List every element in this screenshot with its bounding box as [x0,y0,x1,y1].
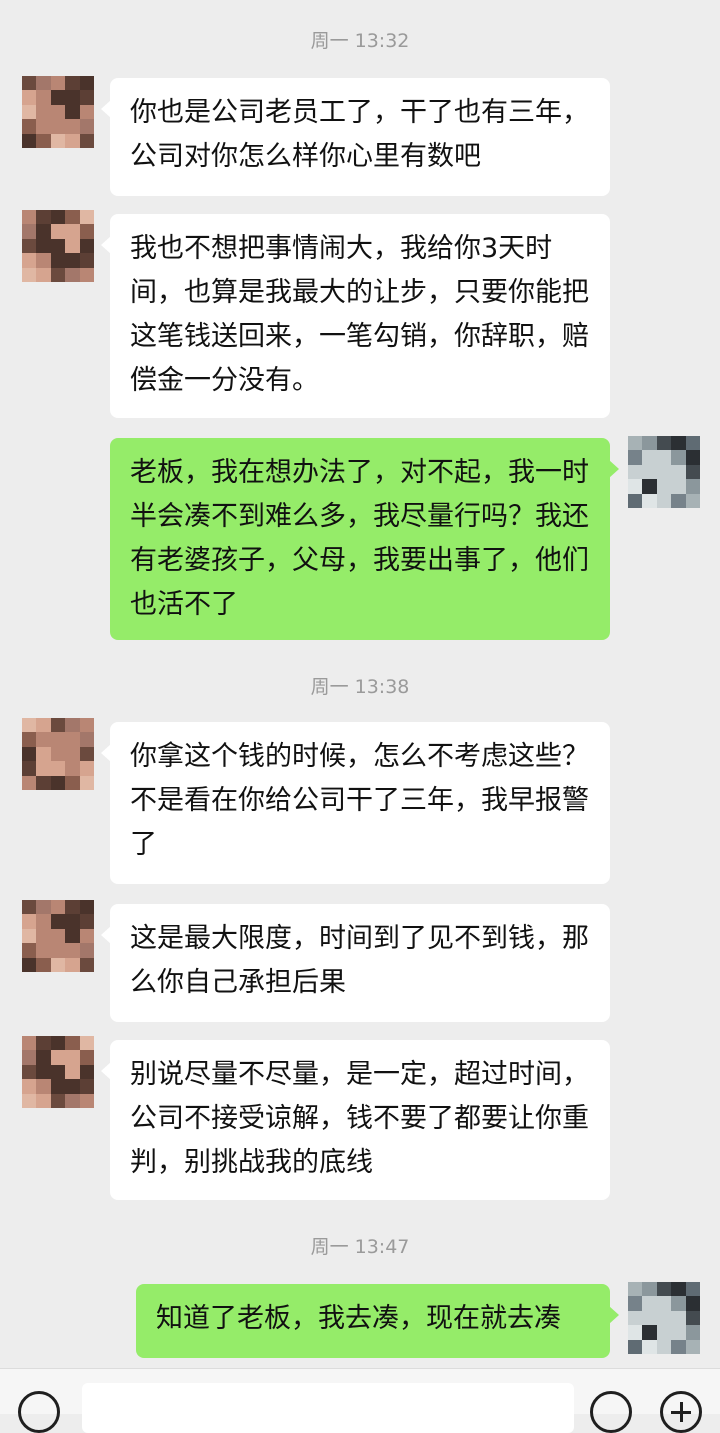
message-bubble-incoming[interactable]: 你拿这个钱的时候，怎么不考虑这些？不是看在你给公司干了三年，我早报警了 [101,722,610,884]
message-text: 知道了老板，我去凑，现在就去凑 [156,1303,561,1334]
message-bubble-incoming[interactable]: 你也是公司老员工了，干了也有三年，公司对你怎么样你心里有数吧 [101,78,610,196]
message-text: 你也是公司老员工了，干了也有三年，公司对你怎么样你心里有数吧 [130,97,589,172]
voice-icon[interactable] [18,1391,60,1433]
message-input[interactable] [82,1383,574,1433]
message-text: 你拿这个钱的时候，怎么不考虑这些？不是看在你给公司干了三年，我早报警了 [130,741,589,860]
timestamp: 周一 13:32 [310,30,410,52]
message-text: 别说尽量不尽量，是一定，超过时间，公司不接受谅解，钱不要了都要让你重判，别挑战我… [130,1059,589,1178]
avatar[interactable] [628,436,700,508]
avatar[interactable] [22,76,94,148]
message-bubble-incoming[interactable]: 这是最大限度，时间到了见不到钱，那么你自己承担后果 [101,904,610,1022]
avatar[interactable] [22,718,94,790]
avatar[interactable] [628,1282,700,1354]
plus-icon[interactable] [660,1391,702,1433]
message-text: 老板，我在想办法了，对不起，我一时半会凑不到难么多，我尽量行吗？我还有老婆孩子，… [130,457,589,620]
message-bubble-incoming[interactable]: 别说尽量不尽量，是一定，超过时间，公司不接受谅解，钱不要了都要让你重判，别挑战我… [101,1040,610,1200]
message-bubble-outgoing[interactable]: 老板，我在想办法了，对不起，我一时半会凑不到难么多，我尽量行吗？我还有老婆孩子，… [110,438,619,640]
message-bubble-outgoing[interactable]: 知道了老板，我去凑，现在就去凑 [136,1284,619,1358]
avatar[interactable] [22,1036,94,1108]
timestamp: 周一 13:47 [310,1236,410,1258]
message-text: 这是最大限度，时间到了见不到钱，那么你自己承担后果 [130,923,589,998]
input-bar [0,1368,720,1433]
emoji-icon[interactable] [590,1391,632,1433]
avatar[interactable] [22,210,94,282]
message-text: 我也不想把事情闹大，我给你3天时间，也算是我最大的让步，只要你能把这笔钱送回来，… [130,233,589,396]
message-bubble-incoming[interactable]: 我也不想把事情闹大，我给你3天时间，也算是我最大的让步，只要你能把这笔钱送回来，… [101,214,610,418]
avatar[interactable] [22,900,94,972]
timestamp: 周一 13:38 [310,676,410,698]
